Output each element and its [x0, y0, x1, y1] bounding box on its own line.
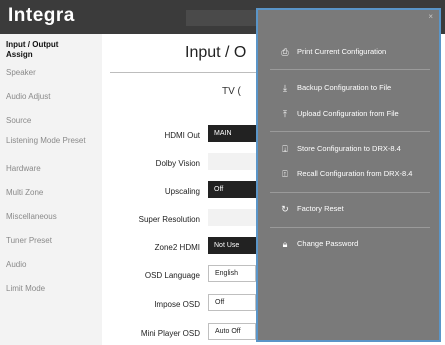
- download-icon: ⤓: [283, 83, 287, 94]
- osd-language-label: OSD Language: [144, 271, 200, 280]
- dolby-vision-select[interactable]: [208, 153, 256, 170]
- factory-reset-item[interactable]: ↻ Factory Reset: [278, 203, 438, 215]
- sidebar-item-hardware[interactable]: Hardware: [6, 164, 41, 174]
- section-title: TV (: [222, 86, 241, 97]
- hdmi-out-select[interactable]: MAIN: [208, 125, 256, 142]
- hdmi-out-label: HDMI Out: [164, 131, 200, 140]
- recall-device-icon: ⍐: [282, 169, 288, 180]
- sidebar-item-audio-adjust[interactable]: Audio Adjust: [6, 92, 50, 102]
- sidebar-item-listening-mode-preset[interactable]: Listening Mode Preset: [6, 136, 86, 146]
- impose-osd-select[interactable]: Off: [208, 294, 256, 311]
- store-configuration-item[interactable]: ⍗ Store Configuration to DRX-8.4: [278, 143, 438, 155]
- sidebar-item-source[interactable]: Source: [6, 116, 31, 126]
- recall-configuration-item[interactable]: ⍐ Recall Configuration from DRX-8.4: [278, 168, 438, 180]
- store-device-icon: ⍗: [282, 144, 288, 155]
- menu-divider: [270, 131, 430, 132]
- backup-configuration-item[interactable]: ⤓ Backup Configuration to File: [278, 82, 438, 94]
- dolby-vision-label: Dolby Vision: [155, 159, 200, 168]
- printer-icon: ⎙: [281, 47, 289, 58]
- sidebar: Input / Output Assign Speaker Audio Adju…: [0, 34, 102, 345]
- lock-icon: 🔒︎: [282, 239, 288, 250]
- recall-configuration-label: Recall Configuration from DRX-8.4: [297, 169, 413, 178]
- impose-osd-label: Impose OSD: [154, 300, 200, 309]
- change-password-label: Change Password: [297, 239, 359, 248]
- menu-divider: [270, 192, 430, 193]
- print-configuration-label: Print Current Configuration: [297, 47, 387, 56]
- print-configuration-item[interactable]: ⎙ Print Current Configuration: [278, 46, 438, 58]
- upload-icon: ⤒: [283, 109, 287, 120]
- osd-language-select[interactable]: English: [208, 265, 256, 282]
- close-icon[interactable]: ×: [428, 12, 433, 21]
- upload-configuration-label: Upload Configuration from File: [297, 109, 399, 118]
- integra-logo: Integra: [8, 5, 75, 26]
- page-title: Input / O: [185, 44, 247, 61]
- topbar-field: [186, 10, 266, 26]
- sidebar-item-miscellaneous[interactable]: Miscellaneous: [6, 212, 57, 222]
- zone2-hdmi-label: Zone2 HDMI: [154, 243, 200, 252]
- mini-player-osd-select[interactable]: Auto Off: [208, 323, 256, 340]
- sidebar-item-tuner-preset[interactable]: Tuner Preset: [6, 236, 52, 246]
- menu-divider: [270, 227, 430, 228]
- upscaling-label: Upscaling: [164, 187, 200, 196]
- super-resolution-label: Super Resolution: [138, 215, 200, 224]
- upload-configuration-item[interactable]: ⤒ Upload Configuration from File: [278, 108, 438, 120]
- super-resolution-select[interactable]: [208, 209, 256, 226]
- sidebar-item-multi-zone[interactable]: Multi Zone: [6, 188, 43, 198]
- reset-icon: ↻: [281, 204, 289, 215]
- configuration-menu: × ⎙ Print Current Configuration ⤓ Backup C…: [256, 8, 441, 342]
- change-password-item[interactable]: 🔒︎ Change Password: [278, 238, 438, 250]
- title-divider: [110, 72, 270, 73]
- sidebar-item-input-output-assign[interactable]: Input / Output Assign: [6, 40, 76, 60]
- sidebar-item-audio[interactable]: Audio: [6, 260, 26, 270]
- factory-reset-label: Factory Reset: [297, 204, 344, 213]
- sidebar-item-limit-mode[interactable]: Limit Mode: [6, 284, 45, 294]
- sidebar-item-speaker[interactable]: Speaker: [6, 68, 36, 78]
- menu-divider: [270, 69, 430, 70]
- backup-configuration-label: Backup Configuration to File: [297, 83, 392, 92]
- mini-player-osd-label: Mini Player OSD: [140, 329, 200, 338]
- zone2-hdmi-select[interactable]: Not Use: [208, 237, 256, 254]
- upscaling-select[interactable]: Off: [208, 181, 256, 198]
- store-configuration-label: Store Configuration to DRX-8.4: [297, 144, 401, 153]
